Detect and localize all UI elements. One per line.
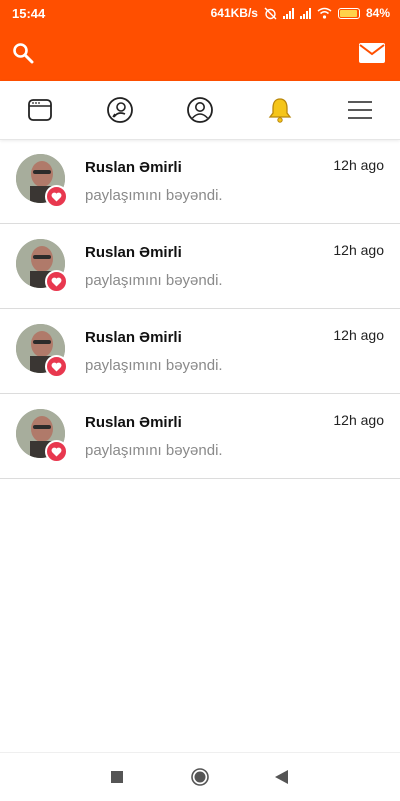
like-badge [45,270,68,293]
notification-text: paylaşımını bəyəndi. [85,187,223,204]
notification-time: 12h ago [333,327,384,343]
notification-text: paylaşımını bəyəndi. [85,357,223,374]
bell-icon[interactable] [266,96,294,124]
recent-apps-icon[interactable] [111,771,123,783]
notification-list: Ruslan Əmirli paylaşımını bəyəndi. 12h a… [0,139,400,479]
network-speed: 641KB/s [210,6,258,20]
user-name[interactable]: Ruslan Əmirli [85,244,182,261]
notification-text: paylaşımını bəyəndi. [85,272,223,289]
battery-icon [337,7,360,19]
signal-icon [299,7,311,19]
battery-percent: 84% [365,6,390,20]
wifi-icon [317,7,332,19]
alarm-off-icon [264,7,277,19]
like-badge [45,185,68,208]
back-icon[interactable] [275,770,288,784]
status-bar: 15:44 641KB/s 84% [0,0,400,26]
status-time: 15:44 [12,5,46,21]
search-icon[interactable] [12,42,34,64]
heart-icon [51,447,62,456]
user-name[interactable]: Ruslan Əmirli [85,159,182,176]
user-name[interactable]: Ruslan Əmirli [85,329,182,346]
notification-text: paylaşımını bəyəndi. [85,442,223,459]
system-nav-bar [0,752,400,801]
notification-item[interactable]: Ruslan Əmirli paylaşımını bəyəndi. 12h a… [0,394,400,479]
profile-icon[interactable] [186,96,214,124]
feed-icon[interactable] [26,96,54,124]
signal-icon [282,7,294,19]
like-badge [45,440,68,463]
tab-bar [0,81,400,140]
like-badge [45,355,68,378]
app-header [0,26,400,81]
user-name[interactable]: Ruslan Əmirli [85,414,182,431]
heart-icon [51,192,62,201]
notification-item[interactable]: Ruslan Əmirli paylaşımını bəyəndi. 12h a… [0,309,400,394]
menu-icon[interactable] [346,96,374,124]
notification-item[interactable]: Ruslan Əmirli paylaşımını bəyəndi. 12h a… [0,139,400,224]
find-people-icon[interactable] [106,96,134,124]
home-icon[interactable] [191,768,209,786]
status-indicators: 641KB/s 84% [211,6,390,20]
heart-icon [51,277,62,286]
notification-item[interactable]: Ruslan Əmirli paylaşımını bəyəndi. 12h a… [0,224,400,309]
notification-time: 12h ago [333,242,384,258]
heart-icon [51,362,62,371]
mail-icon[interactable] [359,43,385,63]
notification-time: 12h ago [333,412,384,428]
notification-time: 12h ago [333,157,384,173]
